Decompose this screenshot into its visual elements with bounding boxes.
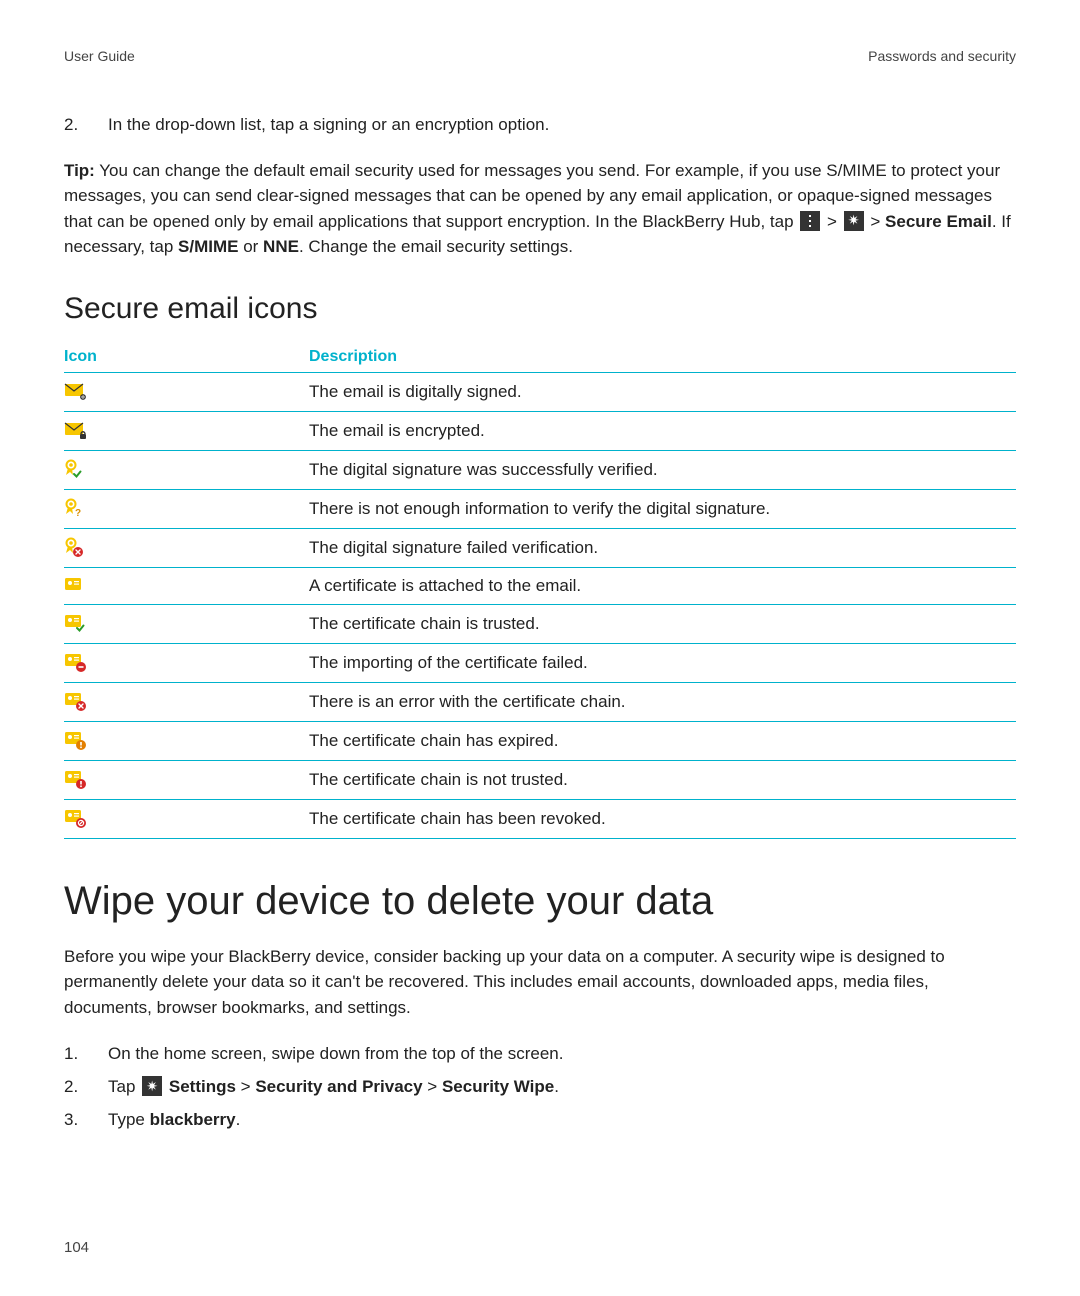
step-number: 3. [64,1106,108,1133]
header-left: User Guide [64,48,135,64]
section-title-secure-icons: Secure email icons [64,292,1016,326]
cert-attached-icon [64,576,86,596]
section-title-wipe: Wipe your device to delete your data [64,879,1016,924]
row-desc: The certificate chain is trusted. [309,604,1016,643]
row-desc: The email is encrypted. [309,411,1016,450]
signature-verified-icon [64,459,86,481]
tip-gt1: > [822,212,841,231]
secure-email-icons-table: Icon Description The email is digitally … [64,342,1016,839]
table-row: The email is encrypted. [64,411,1016,450]
smime-label: S/MIME [178,237,238,256]
row-desc: The importing of the certificate failed. [309,643,1016,682]
page-header: User Guide Passwords and security [64,48,1016,64]
table-row: The importing of the certificate failed. [64,643,1016,682]
table-row: The certificate chain has expired. [64,721,1016,760]
table-row: The digital signature was successfully v… [64,450,1016,489]
row-desc: There is not enough information to verif… [309,489,1016,528]
wipe-step-2: 2. Tap Settings > Security and Privacy >… [64,1073,1016,1100]
table-row: The email is digitally signed. [64,372,1016,411]
page-number: 104 [64,1239,89,1256]
step-text: On the home screen, swipe down from the … [108,1040,563,1067]
step-text: In the drop-down list, tap a signing or … [108,112,1016,138]
row-desc: The certificate chain is not trusted. [309,760,1016,799]
more-icon [800,211,820,231]
table-row: The digital signature failed verificatio… [64,528,1016,567]
intro-step-2: 2. In the drop-down list, tap a signing … [64,112,1016,138]
gear-icon [142,1076,162,1096]
step-number: 1. [64,1040,108,1067]
col-icon-header: Icon [64,342,309,373]
email-encrypted-icon [64,420,90,442]
cert-error-icon [64,691,88,713]
step-number: 2. [64,112,108,138]
signature-failed-icon [64,537,86,559]
tip-label: Tip: [64,161,95,180]
row-desc: There is an error with the certificate c… [309,682,1016,721]
tip-body-3: . Change the email security settings. [299,237,573,256]
table-row: The certificate chain is trusted. [64,604,1016,643]
row-desc: The certificate chain has expired. [309,721,1016,760]
secure-email-label: Secure Email [885,212,992,231]
gear-icon [844,211,864,231]
cert-untrusted-icon [64,769,88,791]
table-row: There is not enough information to verif… [64,489,1016,528]
table-row: The certificate chain is not trusted. [64,760,1016,799]
cert-import-failed-icon [64,652,88,674]
tip-gt2: > [866,212,885,231]
col-desc-header: Description [309,342,1016,373]
cert-trusted-icon [64,613,88,635]
wipe-step-1: 1. On the home screen, swipe down from t… [64,1040,1016,1067]
step-number: 2. [64,1073,108,1100]
step-text: Type blackberry. [108,1106,240,1133]
tip-paragraph: Tip: You can change the default email se… [64,158,1016,260]
row-desc: The digital signature failed verificatio… [309,528,1016,567]
nne-label: NNE [263,237,299,256]
table-row: A certificate is attached to the email. [64,567,1016,604]
row-desc: The email is digitally signed. [309,372,1016,411]
row-desc: A certificate is attached to the email. [309,567,1016,604]
wipe-intro: Before you wipe your BlackBerry device, … [64,944,1016,1021]
row-desc: The certificate chain has been revoked. [309,799,1016,838]
table-row: The certificate chain has been revoked. [64,799,1016,838]
header-right: Passwords and security [868,48,1016,64]
email-signed-icon [64,381,90,403]
tip-or: or [238,237,263,256]
wipe-step-3: 3. Type blackberry. [64,1106,1016,1133]
cert-expired-icon [64,730,88,752]
signature-unknown-icon [64,498,86,520]
step-text: Tap Settings > Security and Privacy > Se… [108,1073,559,1100]
table-row: There is an error with the certificate c… [64,682,1016,721]
cert-revoked-icon [64,808,88,830]
row-desc: The digital signature was successfully v… [309,450,1016,489]
